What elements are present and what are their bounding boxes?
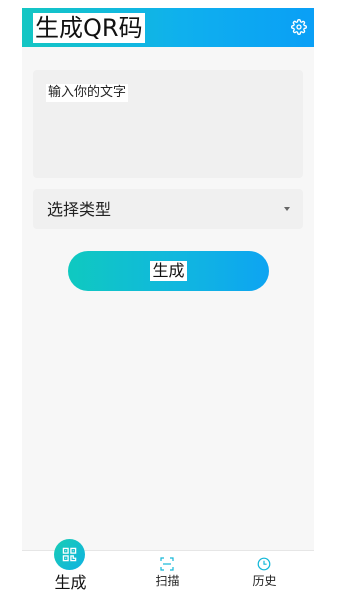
page-title: 生成QR码: [33, 13, 145, 43]
text-input-area[interactable]: 输入你的文字: [33, 70, 303, 178]
nav-item-history[interactable]: 历史: [216, 551, 313, 592]
nav-item-scan[interactable]: 扫描: [119, 551, 216, 592]
qr-code-icon: [62, 547, 77, 562]
text-input-placeholder: 输入你的文字: [46, 84, 129, 102]
nav-item-generate[interactable]: 生成: [22, 539, 119, 592]
clock-icon: [257, 557, 271, 571]
nav-label-scan: 扫描: [155, 574, 180, 588]
app-screen: 生成QR码 输入你的文字 选择类型 生成 生成 扫描 历史: [22, 8, 314, 592]
nav-label-generate: 生成: [54, 573, 87, 592]
gear-icon: [291, 19, 307, 35]
nav-generate-fab[interactable]: [54, 539, 85, 570]
generate-button[interactable]: 生成: [68, 251, 269, 291]
app-bar: 生成QR码: [22, 8, 314, 47]
settings-button[interactable]: [288, 16, 310, 38]
scan-frame-icon: [160, 557, 174, 571]
type-select-value: 选择类型: [47, 200, 112, 219]
type-select-dropdown[interactable]: 选择类型: [33, 189, 303, 229]
nav-label-history: 历史: [252, 574, 277, 588]
generate-button-label: 生成: [150, 261, 187, 281]
caret-down-icon: [284, 207, 290, 211]
bottom-navigation: 生成 扫描 历史: [22, 539, 314, 592]
